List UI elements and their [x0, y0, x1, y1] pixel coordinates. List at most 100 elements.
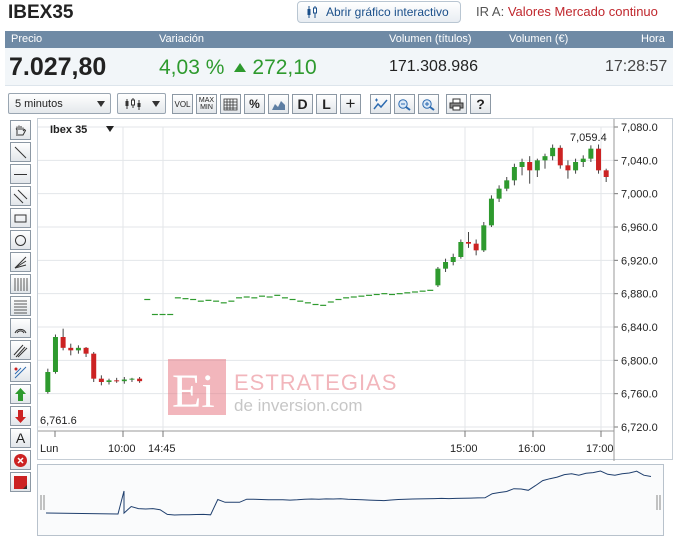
change-header: Variación — [159, 33, 205, 45]
min-label: 6,761.6 — [40, 415, 77, 427]
candle — [550, 144, 556, 161]
candlestick-icon — [307, 6, 317, 18]
change-abs: 272,10 — [252, 56, 317, 79]
y-tick-label: 6,800.0 — [621, 355, 658, 367]
fan-tool[interactable] — [10, 252, 31, 272]
buy-arrow-tool[interactable] — [10, 384, 31, 404]
left-handle[interactable] — [40, 495, 45, 510]
candle — [45, 368, 51, 394]
candle — [511, 163, 517, 186]
right-handle[interactable] — [656, 495, 661, 510]
x-tick-label: Lun — [40, 443, 58, 455]
quote-header: Precio Variación Volumen (títulos) Volum… — [5, 31, 673, 48]
text-tool[interactable]: A — [10, 428, 31, 448]
zoom-in-button[interactable] — [418, 94, 439, 114]
y-tick-label: 6,840.0 — [621, 322, 658, 334]
rectangle-tool[interactable] — [10, 208, 31, 228]
print-button[interactable] — [446, 94, 467, 114]
candle-body — [106, 380, 112, 382]
volume-titles-header: Volumen (títulos) — [389, 33, 472, 45]
candle-body — [75, 347, 81, 351]
open-interactive-chart-button[interactable]: Abrir gráfico interactivo — [297, 1, 461, 23]
help-button[interactable]: ? — [470, 94, 491, 114]
x-tick-label: 10:00 — [108, 443, 136, 455]
candle-body — [129, 378, 135, 380]
y-tick-label: 7,040.0 — [621, 155, 658, 167]
trendline-tool[interactable] — [10, 142, 31, 162]
area-mode-button[interactable] — [268, 94, 289, 114]
fan-icon — [14, 256, 27, 268]
close-icon — [14, 453, 27, 467]
horizontal-grid-tool[interactable] — [10, 296, 31, 316]
daily-button[interactable]: D — [292, 94, 313, 114]
candle-body — [435, 268, 441, 286]
line-button[interactable]: L — [316, 94, 337, 114]
candle — [588, 145, 594, 162]
sell-arrow-tool[interactable] — [10, 406, 31, 426]
grid-button[interactable] — [220, 94, 241, 114]
candle — [519, 158, 525, 176]
candle-body — [527, 162, 533, 171]
candle — [580, 155, 586, 167]
price-header: Precio — [11, 33, 43, 45]
arc-icon — [14, 328, 27, 333]
interval-value: 5 minutos — [15, 97, 63, 110]
open-interactive-label: Abrir gráfico interactivo — [326, 5, 449, 19]
delete-drawings-tool[interactable] — [10, 450, 31, 470]
candle — [68, 343, 74, 356]
navigator-panel[interactable] — [37, 464, 664, 536]
parallel-lines-tool[interactable] — [10, 186, 31, 206]
candle-body — [550, 147, 556, 157]
color-picker-tool[interactable] — [10, 472, 31, 492]
crosshair-button[interactable]: + — [340, 94, 361, 114]
interval-select[interactable]: 5 minutos — [8, 93, 111, 114]
chart-title[interactable]: Ibex 35 — [50, 124, 87, 136]
candle — [488, 195, 494, 227]
y-tick-label: 6,760.0 — [621, 389, 658, 401]
candle — [473, 239, 479, 256]
percent-button[interactable]: % — [244, 94, 265, 114]
candle-body — [121, 379, 127, 382]
navigator-line — [45, 470, 652, 516]
y-tick-label: 6,720.0 — [621, 422, 658, 434]
price-chart[interactable]: Ei ESTRATEGIAS de inversion.com 7,080.0 7… — [37, 118, 673, 461]
candle-body — [511, 167, 517, 181]
goto-link-mercado-continuo[interactable]: Valores Mercado continuo — [508, 4, 658, 19]
candle — [129, 377, 135, 382]
candle — [83, 347, 89, 357]
candle — [557, 145, 563, 169]
hand-tool[interactable] — [10, 120, 31, 140]
candle — [114, 377, 120, 383]
horizontal-line-tool[interactable] — [10, 164, 31, 184]
y-tick-label: 6,920.0 — [621, 255, 658, 267]
fibonacci-tool[interactable] — [10, 362, 31, 382]
watermark-logo: Ei ESTRATEGIAS de inversion.com — [168, 359, 396, 418]
x-tick-label: 15:00 — [450, 443, 478, 455]
y-tick-label: 6,960.0 — [621, 222, 658, 234]
goto-label: IR A: — [476, 4, 505, 19]
max-min-button[interactable]: MAX MIN — [196, 94, 217, 114]
candle — [481, 222, 487, 252]
candle-body — [443, 262, 449, 269]
candle — [98, 375, 104, 386]
candle — [60, 328, 66, 351]
grid-icon — [223, 98, 238, 110]
chart-type-select[interactable] — [117, 93, 166, 114]
price-value: 7.027,80 — [9, 53, 107, 81]
volume-button[interactable]: VOL — [172, 94, 193, 114]
candle-body — [573, 162, 579, 171]
ellipse-tool[interactable] — [10, 230, 31, 250]
y-tick-label: 7,080.0 — [621, 122, 658, 134]
candlestick-type-icon — [125, 97, 141, 110]
indicators-button[interactable] — [370, 94, 391, 114]
zoom-out-icon — [398, 98, 411, 111]
arc-tool[interactable] — [10, 318, 31, 338]
candle-body — [137, 378, 143, 382]
chart-title-chevron-down-icon[interactable] — [106, 126, 114, 132]
candle-body — [114, 380, 120, 382]
zoom-out-button[interactable] — [394, 94, 415, 114]
navigator-chart — [40, 470, 661, 516]
candle-body — [60, 337, 66, 348]
vertical-grid-tool[interactable] — [10, 274, 31, 294]
channel-tool[interactable] — [10, 340, 31, 360]
